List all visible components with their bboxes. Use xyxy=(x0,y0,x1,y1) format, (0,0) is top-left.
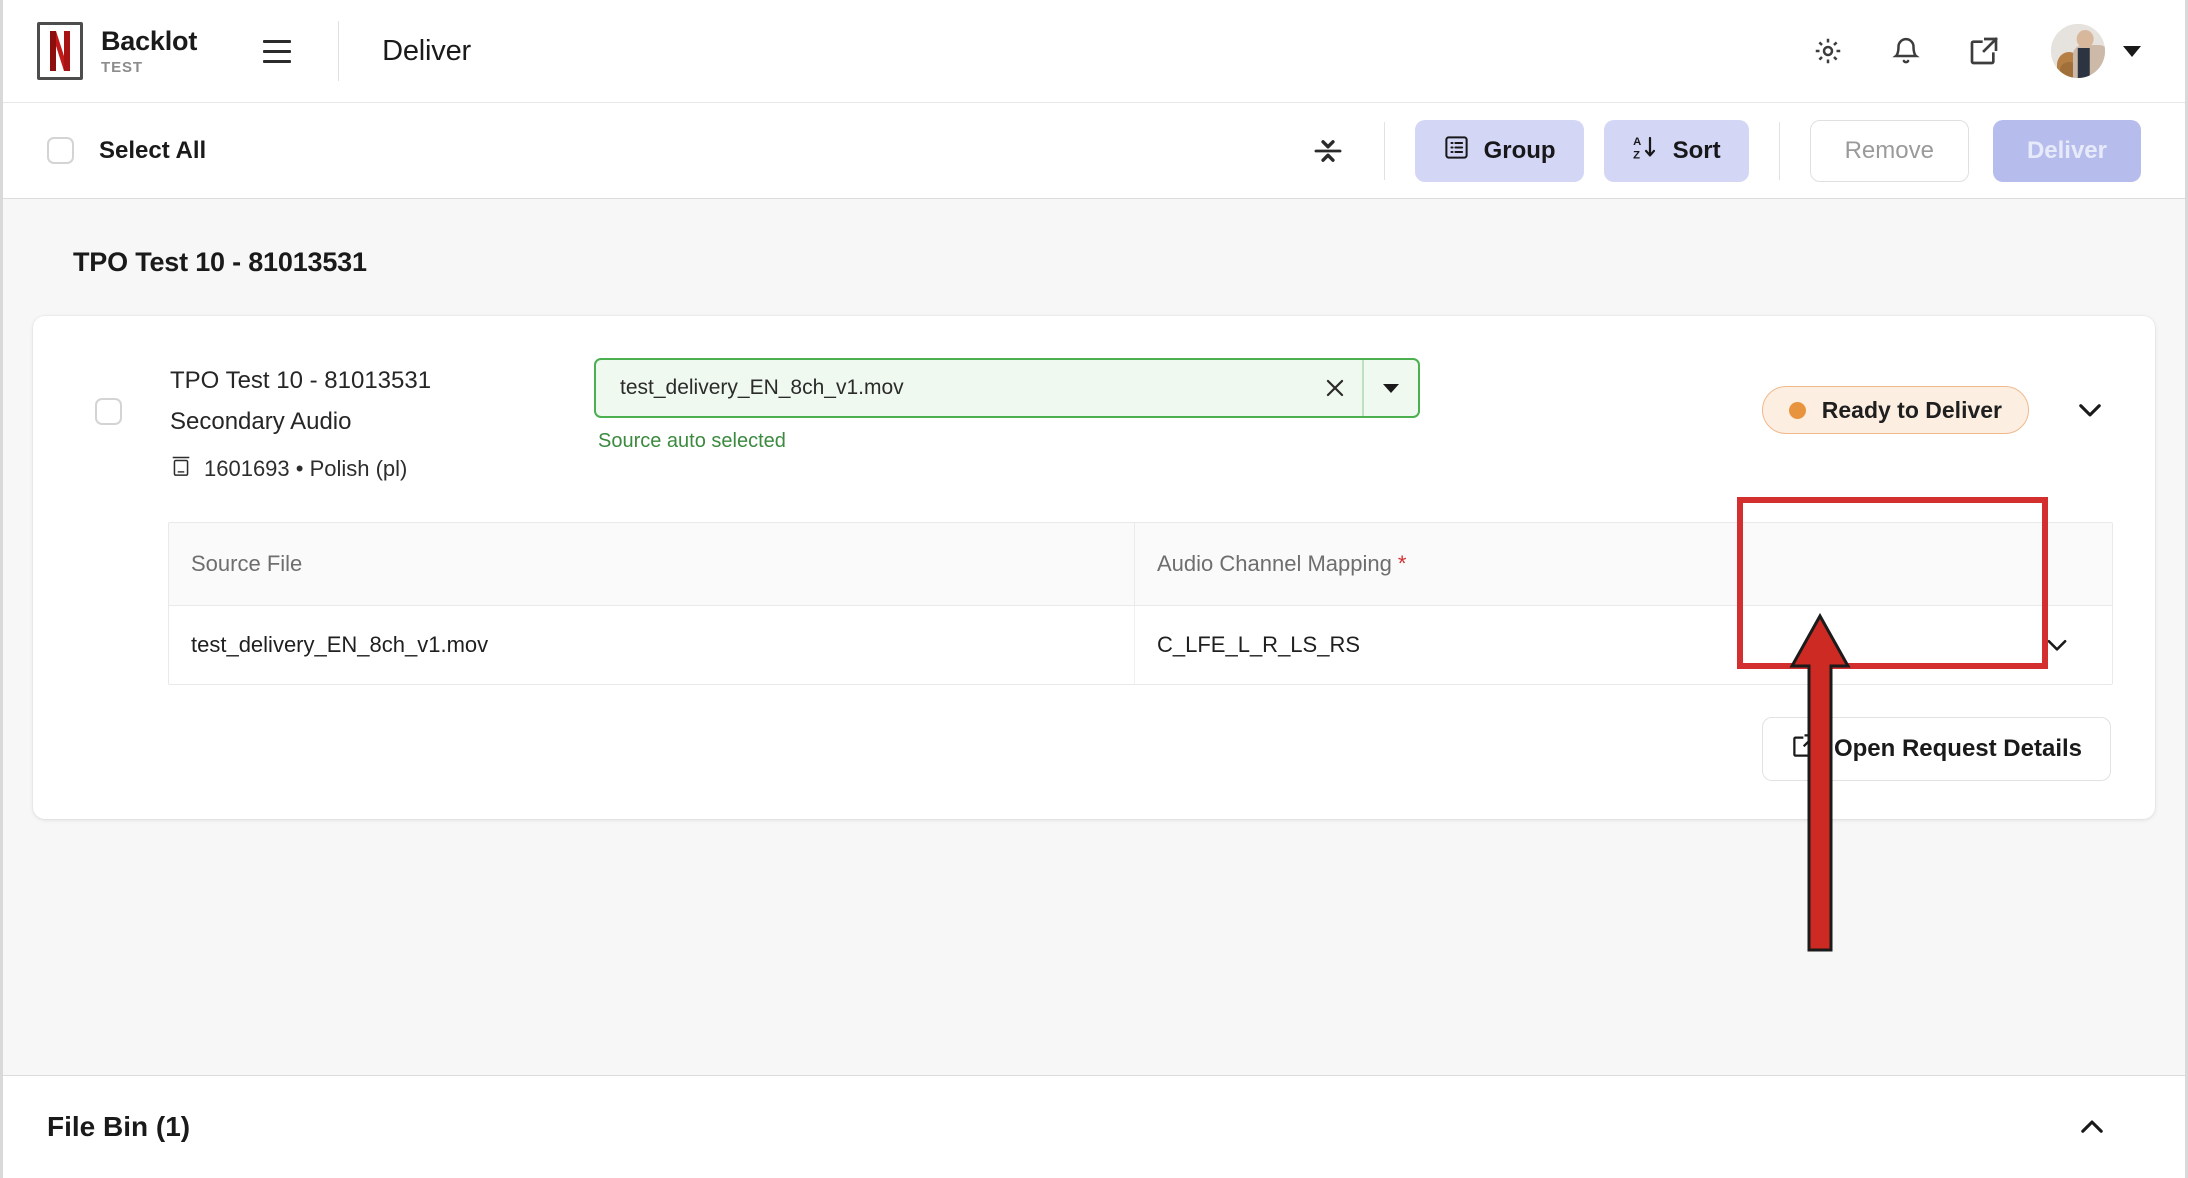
selection-toolbar: Select All Group A Z Sort Remove Deliver xyxy=(3,103,2185,199)
select-all-label: Select All xyxy=(99,136,207,164)
row-meta: 1601693 • Polish (pl) xyxy=(170,454,590,484)
brand-name: Backlot xyxy=(101,25,198,56)
gear-icon[interactable] xyxy=(1807,30,1849,72)
required-marker: * xyxy=(1397,550,1407,576)
header-divider xyxy=(338,21,340,81)
svg-text:A: A xyxy=(1633,136,1641,148)
column-header-audio-channel-mapping-label: Audio Channel Mapping xyxy=(1157,550,1392,576)
source-select-wrapper: test_delivery_EN_8ch_v1.mov Source auto … xyxy=(594,358,1420,453)
delivery-row: TPO Test 10 - 81013531 Secondary Audio 1… xyxy=(33,316,2155,484)
page-title: Deliver xyxy=(382,34,471,67)
remove-button[interactable]: Remove xyxy=(1809,119,1969,182)
deliver-button-label: Deliver xyxy=(2026,136,2107,164)
select-all-checkbox[interactable] xyxy=(47,137,74,164)
card-footer: Open Request Details xyxy=(33,685,2155,819)
list-icon xyxy=(1443,134,1470,168)
source-file-select-value: test_delivery_EN_8ch_v1.mov xyxy=(620,376,904,399)
source-select-helper-text: Source auto selected xyxy=(598,430,786,452)
asset-id-icon xyxy=(170,454,192,484)
deliver-button[interactable]: Deliver xyxy=(1992,119,2141,182)
toolbar-actions: Group A Z Sort Remove Deliver xyxy=(1302,119,2141,182)
status-dot-icon xyxy=(1788,401,1806,419)
group-heading: TPO Test 10 - 81013531 xyxy=(73,247,367,277)
caret-down-icon[interactable] xyxy=(1364,360,1418,416)
source-file-table: Source File Audio Channel Mapping * test… xyxy=(168,521,2113,685)
column-header-audio-channel-mapping: Audio Channel Mapping * xyxy=(1135,523,2002,605)
sort-az-icon: A Z xyxy=(1632,133,1659,168)
caret-down-icon[interactable] xyxy=(2123,45,2141,57)
cell-audio-channel-mapping: C_LFE_L_R_LS_RS xyxy=(1157,631,1361,657)
remove-button-label: Remove xyxy=(1844,136,1934,164)
status-badge[interactable]: Ready to Deliver xyxy=(1761,386,2029,434)
file-bin-bar[interactable]: File Bin (1) xyxy=(3,1075,2185,1178)
delivery-request-card: TPO Test 10 - 81013531 Secondary Audio 1… xyxy=(33,316,2155,819)
row-expand-chevron-down-icon[interactable] xyxy=(2073,393,2107,427)
column-header-source-file: Source File xyxy=(169,522,1135,605)
external-link-icon xyxy=(1791,732,1818,766)
sort-button-label: Sort xyxy=(1672,136,1721,164)
row-status-area: Ready to Deliver xyxy=(1761,386,2155,434)
table-header-row: Source File Audio Channel Mapping * xyxy=(169,522,2112,606)
row-select-checkbox-wrapper xyxy=(95,398,122,425)
row-meta-text: 1601693 • Polish (pl) xyxy=(204,455,408,481)
table-row: test_delivery_EN_8ch_v1.mov C_LFE_L_R_LS… xyxy=(169,605,2112,684)
sort-button[interactable]: A Z Sort xyxy=(1603,119,1749,182)
brand-logo-area[interactable]: Backlot TEST xyxy=(37,22,197,80)
open-request-details-label: Open Request Details xyxy=(1833,734,2082,762)
hamburger-menu-icon[interactable] xyxy=(255,29,299,73)
row-select-checkbox[interactable] xyxy=(95,398,122,425)
row-title: TPO Test 10 - 81013531 xyxy=(170,367,432,394)
row-subtitle: Secondary Audio xyxy=(170,407,352,435)
user-menu[interactable] xyxy=(2051,24,2141,78)
file-bin-title: File Bin (1) xyxy=(47,1111,191,1142)
open-request-details-button[interactable]: Open Request Details xyxy=(1761,716,2111,781)
netflix-n-logo-icon xyxy=(37,22,83,80)
group-button-label: Group xyxy=(1483,136,1556,164)
app-window: Backlot TEST Deliver Select All Group A … xyxy=(0,0,2188,1178)
file-bin-chevron-up-icon[interactable] xyxy=(2075,1110,2109,1144)
header-actions xyxy=(1807,24,2141,78)
deliver-content: TPO Test 10 - 81013531 TPO Test 10 - 810… xyxy=(3,199,2185,1075)
status-badge-label: Ready to Deliver xyxy=(1821,396,2002,423)
group-button[interactable]: Group xyxy=(1414,119,1584,182)
app-header: Backlot TEST Deliver xyxy=(3,0,2185,103)
svg-text:Z: Z xyxy=(1633,149,1640,161)
source-file-select[interactable]: test_delivery_EN_8ch_v1.mov xyxy=(594,358,1420,418)
row-info: TPO Test 10 - 81013531 Secondary Audio 1… xyxy=(170,364,590,484)
brand-environment-label: TEST xyxy=(101,58,143,76)
avatar xyxy=(2051,24,2105,78)
table-row-chevron-down-icon[interactable] xyxy=(2002,606,2112,684)
toolbar-divider-1 xyxy=(1383,121,1385,180)
close-icon[interactable] xyxy=(1308,360,1362,416)
toolbar-divider-2 xyxy=(1778,121,1780,180)
collapse-expand-all-icon[interactable] xyxy=(1302,125,1354,177)
bell-icon[interactable] xyxy=(1885,30,1927,72)
cell-source-file: test_delivery_EN_8ch_v1.mov xyxy=(169,605,1135,684)
external-link-icon[interactable] xyxy=(1963,30,2005,72)
